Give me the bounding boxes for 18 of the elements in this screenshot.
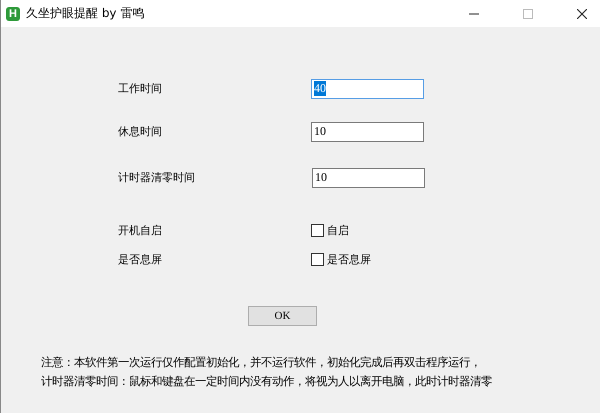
input-field[interactable]: 10 [311,122,424,142]
app-icon: H [6,6,20,20]
checkbox[interactable] [311,253,324,266]
checkbox-label[interactable]: 是否息屏 [327,252,371,267]
note-text: 注意：本软件第一次运行仅作配置初始化，并不运行软件，初始化完成后再双击程序运行， [41,355,482,371]
close-icon[interactable] [577,8,587,18]
option-label: 开机自启 [118,223,163,238]
note-text: 计时器清零时间：鼠标和键盘在一定时间内没有动作，将视为人以离开电脑，此时计时器清零 [41,374,493,390]
checkbox[interactable] [311,224,324,237]
window-title: 久坐护眼提醒 by 雷鸣 [26,5,144,22]
input-field[interactable]: 40 [311,78,424,98]
input-field[interactable]: 10 [312,168,425,188]
field-label: 工作时间 [118,81,163,96]
option-label: 是否息屏 [118,252,163,267]
field-label: 计时器清零时间 [118,170,196,185]
field-label: 休息时间 [118,124,163,139]
checkbox-label[interactable]: 自启 [327,223,349,238]
ok-button[interactable]: OK [248,306,317,326]
